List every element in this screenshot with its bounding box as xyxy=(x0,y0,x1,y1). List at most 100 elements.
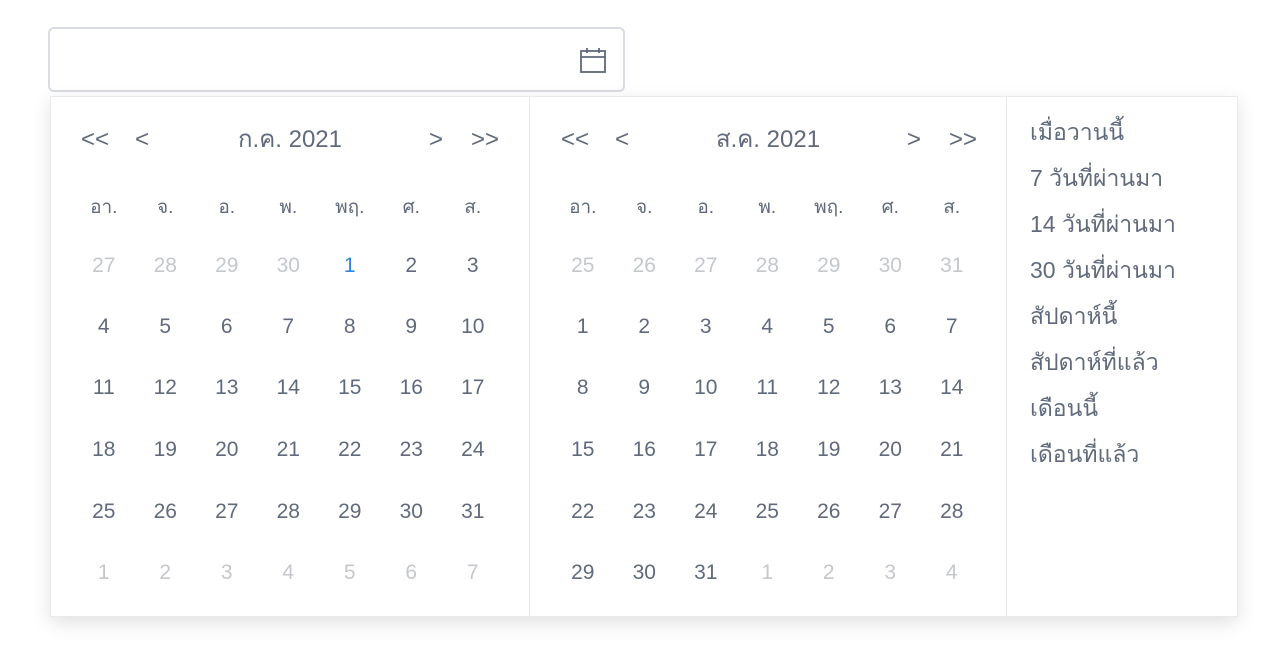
day-cell[interactable]: 2 xyxy=(381,251,443,281)
day-cell[interactable]: 6 xyxy=(860,312,922,342)
day-cell[interactable]: 22 xyxy=(319,435,381,465)
day-cell[interactable]: 5 xyxy=(135,312,197,342)
calendar-icon[interactable] xyxy=(579,46,607,74)
day-cell[interactable]: 14 xyxy=(921,373,983,403)
day-cell[interactable]: 16 xyxy=(381,373,443,403)
day-cell[interactable]: 4 xyxy=(258,558,320,588)
day-cell[interactable]: 31 xyxy=(921,251,983,281)
day-cell[interactable]: 2 xyxy=(135,558,197,588)
day-cell[interactable]: 29 xyxy=(319,497,381,527)
day-cell[interactable]: 6 xyxy=(196,312,258,342)
day-cell[interactable]: 15 xyxy=(552,435,614,465)
shortcut-this-month[interactable]: เดือนนี้ xyxy=(1030,393,1237,423)
day-cell[interactable]: 17 xyxy=(675,435,737,465)
day-cell[interactable]: 7 xyxy=(921,312,983,342)
day-cell[interactable]: 11 xyxy=(737,373,799,403)
next-year-button[interactable]: >> xyxy=(949,125,977,155)
day-cell[interactable]: 26 xyxy=(798,497,860,527)
day-cell[interactable]: 29 xyxy=(552,558,614,588)
day-cell[interactable]: 15 xyxy=(319,373,381,403)
day-cell[interactable]: 27 xyxy=(196,497,258,527)
day-cell[interactable]: 27 xyxy=(73,251,135,281)
day-cell[interactable]: 5 xyxy=(798,312,860,342)
shortcut-last-30-days[interactable]: 30 วันที่ผ่านมา xyxy=(1030,255,1237,285)
month-title[interactable]: ก.ค. 2021 xyxy=(51,125,529,155)
month-title[interactable]: ส.ค. 2021 xyxy=(530,125,1006,155)
next-month-button[interactable]: > xyxy=(907,125,921,155)
day-cell[interactable]: 12 xyxy=(798,373,860,403)
day-cell[interactable]: 28 xyxy=(921,497,983,527)
shortcut-yesterday[interactable]: เมื่อวานนี้ xyxy=(1030,117,1237,147)
day-cell[interactable]: 24 xyxy=(442,435,504,465)
day-cell[interactable]: 26 xyxy=(135,497,197,527)
shortcut-last-week[interactable]: สัปดาห์ที่แล้ว xyxy=(1030,347,1237,377)
day-cell[interactable]: 29 xyxy=(196,251,258,281)
day-cell[interactable]: 21 xyxy=(258,435,320,465)
day-cell[interactable]: 4 xyxy=(737,312,799,342)
day-cell[interactable]: 21 xyxy=(921,435,983,465)
day-cell[interactable]: 26 xyxy=(614,251,676,281)
day-cell[interactable]: 18 xyxy=(73,435,135,465)
day-cell[interactable]: 7 xyxy=(442,558,504,588)
day-cell[interactable]: 9 xyxy=(614,373,676,403)
shortcut-last-7-days[interactable]: 7 วันที่ผ่านมา xyxy=(1030,163,1237,193)
day-cell[interactable]: 3 xyxy=(860,558,922,588)
next-month-button[interactable]: > xyxy=(429,125,443,155)
day-cell[interactable]: 9 xyxy=(381,312,443,342)
date-range-field[interactable] xyxy=(50,29,623,90)
shortcut-last-month[interactable]: เดือนที่แล้ว xyxy=(1030,439,1237,469)
day-cell[interactable]: 31 xyxy=(675,558,737,588)
day-cell[interactable]: 28 xyxy=(258,497,320,527)
day-cell[interactable]: 30 xyxy=(381,497,443,527)
day-cell[interactable]: 2 xyxy=(614,312,676,342)
day-cell[interactable]: 25 xyxy=(73,497,135,527)
day-cell[interactable]: 8 xyxy=(552,373,614,403)
day-cell[interactable]: 4 xyxy=(73,312,135,342)
day-cell[interactable]: 24 xyxy=(675,497,737,527)
day-cell[interactable]: 7 xyxy=(258,312,320,342)
day-cell[interactable]: 3 xyxy=(675,312,737,342)
day-cell[interactable]: 27 xyxy=(860,497,922,527)
day-cell[interactable]: 31 xyxy=(442,497,504,527)
day-cell[interactable]: 11 xyxy=(73,373,135,403)
day-cell[interactable]: 1 xyxy=(73,558,135,588)
day-cell[interactable]: 2 xyxy=(798,558,860,588)
day-cell[interactable]: 10 xyxy=(442,312,504,342)
day-cell[interactable]: 4 xyxy=(921,558,983,588)
day-cell[interactable]: 25 xyxy=(552,251,614,281)
day-cell-today[interactable]: 1 xyxy=(319,251,381,281)
day-cell[interactable]: 23 xyxy=(614,497,676,527)
day-cell[interactable]: 30 xyxy=(614,558,676,588)
day-cell[interactable]: 30 xyxy=(860,251,922,281)
day-cell[interactable]: 22 xyxy=(552,497,614,527)
next-year-button[interactable]: >> xyxy=(471,125,499,155)
day-cell[interactable]: 6 xyxy=(381,558,443,588)
day-cell[interactable]: 10 xyxy=(675,373,737,403)
day-cell[interactable]: 3 xyxy=(196,558,258,588)
day-cell[interactable]: 19 xyxy=(135,435,197,465)
day-cell[interactable]: 3 xyxy=(442,251,504,281)
day-cell[interactable]: 8 xyxy=(319,312,381,342)
shortcut-last-14-days[interactable]: 14 วันที่ผ่านมา xyxy=(1030,209,1237,239)
day-cell[interactable]: 13 xyxy=(196,373,258,403)
date-range-input[interactable] xyxy=(48,27,625,92)
shortcut-this-week[interactable]: สัปดาห์นี้ xyxy=(1030,301,1237,331)
day-cell[interactable]: 13 xyxy=(860,373,922,403)
day-cell[interactable]: 14 xyxy=(258,373,320,403)
day-cell[interactable]: 30 xyxy=(258,251,320,281)
day-cell[interactable]: 28 xyxy=(135,251,197,281)
day-cell[interactable]: 17 xyxy=(442,373,504,403)
day-cell[interactable]: 28 xyxy=(737,251,799,281)
day-cell[interactable]: 1 xyxy=(552,312,614,342)
day-cell[interactable]: 12 xyxy=(135,373,197,403)
day-cell[interactable]: 5 xyxy=(319,558,381,588)
day-cell[interactable]: 16 xyxy=(614,435,676,465)
day-cell[interactable]: 20 xyxy=(196,435,258,465)
day-cell[interactable]: 18 xyxy=(737,435,799,465)
day-cell[interactable]: 20 xyxy=(860,435,922,465)
day-cell[interactable]: 29 xyxy=(798,251,860,281)
day-cell[interactable]: 19 xyxy=(798,435,860,465)
day-cell[interactable]: 27 xyxy=(675,251,737,281)
day-cell[interactable]: 1 xyxy=(737,558,799,588)
day-cell[interactable]: 25 xyxy=(737,497,799,527)
